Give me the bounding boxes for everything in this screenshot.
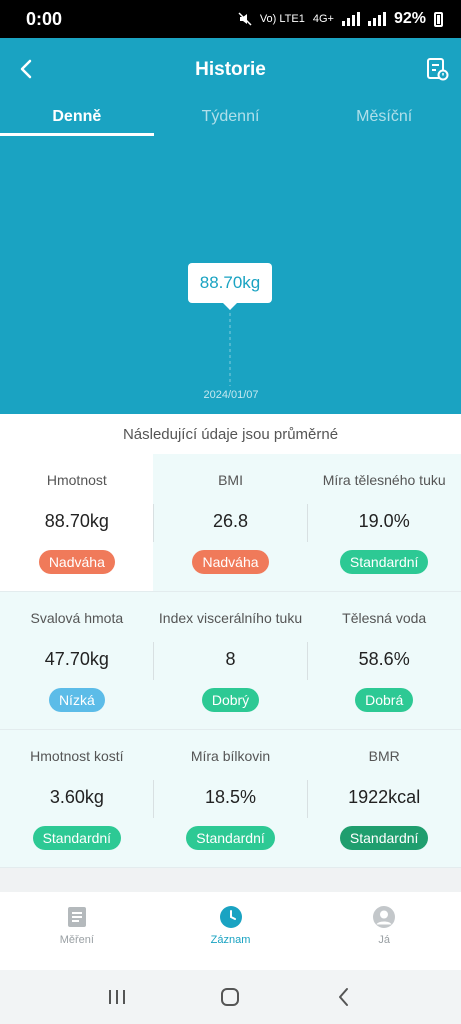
bottom-navigation: Měření Záznam Já — [0, 892, 461, 970]
status-badge: Standardní — [186, 826, 275, 850]
average-note: Následující údaje jsou průměrné — [0, 414, 461, 454]
divider — [307, 504, 308, 542]
recents-button[interactable] — [97, 982, 137, 1012]
divider — [153, 780, 154, 818]
metric-value: 47.70kg — [44, 649, 109, 669]
metric-label: BMR — [368, 748, 400, 764]
chevron-left-icon — [20, 59, 32, 79]
chart-tooltip: 88.70kg — [188, 263, 272, 310]
metric-value: 1922kcal — [348, 787, 421, 807]
weight-chart: 88.70kg 2024/01/07 — [0, 136, 461, 414]
status-badge: Nízká — [48, 688, 105, 712]
report-list-icon — [427, 58, 449, 81]
metric-body-water[interactable]: Tělesná voda 58.6% Dobrá — [307, 592, 461, 729]
app-header: Historie — [0, 38, 461, 102]
metrics-row: Hmotnost kostí 3.60kg Standardní Míra bí… — [0, 730, 461, 868]
metrics-grid: Hmotnost 88.70kg Nadváha BMI 26.8 Nadváh… — [0, 454, 461, 868]
metric-value: 26.8 — [212, 511, 249, 531]
signal-icon-2 — [367, 12, 386, 26]
user-icon — [373, 906, 396, 928]
nav-measure[interactable]: Měření — [0, 892, 154, 970]
document-icon — [67, 907, 86, 927]
status-badge: Dobrá — [355, 688, 414, 712]
nav-record[interactable]: Záznam — [154, 892, 308, 970]
metric-label: Hmotnost kostí — [30, 748, 124, 764]
divider — [153, 504, 154, 542]
battery-icon — [434, 11, 443, 27]
metric-label: Index viscerálního tuku — [158, 610, 303, 626]
metric-label: Míra tělesného tuku — [322, 472, 446, 488]
page-title: Historie — [195, 59, 266, 80]
status-bar: 0:00 Vo) LTE1 4G+ 92% — [0, 0, 461, 38]
metric-label: Svalová hmota — [30, 610, 124, 626]
back-button[interactable] — [12, 54, 42, 84]
status-badge: Standardní — [339, 826, 429, 850]
battery-level: 92% — [393, 10, 426, 27]
status-icons: Vo) LTE1 4G+ 92% — [238, 10, 443, 28]
metric-label: Míra bílkovin — [190, 748, 271, 764]
tab-weekly[interactable]: Týdenní — [154, 102, 308, 136]
system-navigation — [0, 970, 461, 1024]
status-badge: Nadváha — [192, 550, 269, 574]
metric-value: 8 — [225, 649, 236, 669]
nav-label: Záznam — [210, 934, 251, 946]
status-time: 0:00 — [26, 8, 63, 29]
metric-value: 88.70kg — [44, 511, 109, 531]
metric-label: Tělesná voda — [342, 610, 427, 626]
metric-value: 3.60kg — [49, 787, 104, 807]
metric-protein[interactable]: Míra bílkovin 18.5% Standardní — [154, 730, 308, 867]
recents-icon — [108, 990, 125, 1004]
metrics-row: Hmotnost 88.70kg Nadváha BMI 26.8 Nadváh… — [0, 454, 461, 592]
metric-visceral-fat[interactable]: Index viscerálního tuku 8 Dobrý — [154, 592, 308, 729]
tab-daily[interactable]: Denně — [0, 102, 154, 136]
metric-value: 19.0% — [358, 511, 410, 531]
home-icon — [221, 988, 240, 1006]
metric-bmr[interactable]: BMR 1922kcal Standardní — [307, 730, 461, 867]
divider — [307, 642, 308, 680]
divider — [307, 780, 308, 818]
tab-monthly[interactable]: Měsíční — [307, 102, 461, 136]
network-label-2: 4G+ — [312, 13, 334, 25]
network-label: Vo) LTE1 — [259, 13, 305, 25]
signal-icon — [341, 12, 360, 26]
metric-value: 58.6% — [358, 649, 410, 669]
metric-label: BMI — [218, 472, 243, 488]
nav-label: Já — [378, 934, 390, 946]
back-icon — [339, 988, 349, 1006]
mute-icon — [238, 12, 252, 26]
status-badge: Standardní — [32, 826, 122, 850]
status-badge: Nadváha — [38, 550, 115, 574]
metric-weight[interactable]: Hmotnost 88.70kg Nadváha — [0, 454, 154, 591]
history-header-panel: Historie Denně Týdenní Měsíční 88.70kg 2… — [0, 38, 461, 414]
status-badge: Standardní — [339, 550, 429, 574]
section-spacer — [0, 868, 461, 892]
metric-value: 18.5% — [204, 787, 257, 807]
period-tabs: Denně Týdenní Měsíční — [0, 102, 461, 136]
status-badge: Dobrý — [201, 688, 260, 712]
metric-bmi[interactable]: BMI 26.8 Nadváha — [154, 454, 308, 591]
report-button[interactable] — [423, 55, 451, 83]
metric-label: Hmotnost — [46, 472, 107, 488]
divider — [153, 642, 154, 680]
home-button[interactable] — [210, 982, 250, 1012]
metrics-row: Svalová hmota 47.70kg Nízká Index viscer… — [0, 592, 461, 730]
metric-bone-mass[interactable]: Hmotnost kostí 3.60kg Standardní — [0, 730, 154, 867]
clock-icon — [219, 906, 242, 928]
chart-x-tick: 2024/01/07 — [203, 389, 259, 401]
metric-muscle-mass[interactable]: Svalová hmota 47.70kg Nízká — [0, 592, 154, 729]
nav-profile[interactable]: Já — [307, 892, 461, 970]
system-back-button[interactable] — [324, 982, 364, 1012]
metric-body-fat[interactable]: Míra tělesného tuku 19.0% Standardní — [307, 454, 461, 591]
nav-label: Měření — [59, 934, 94, 946]
